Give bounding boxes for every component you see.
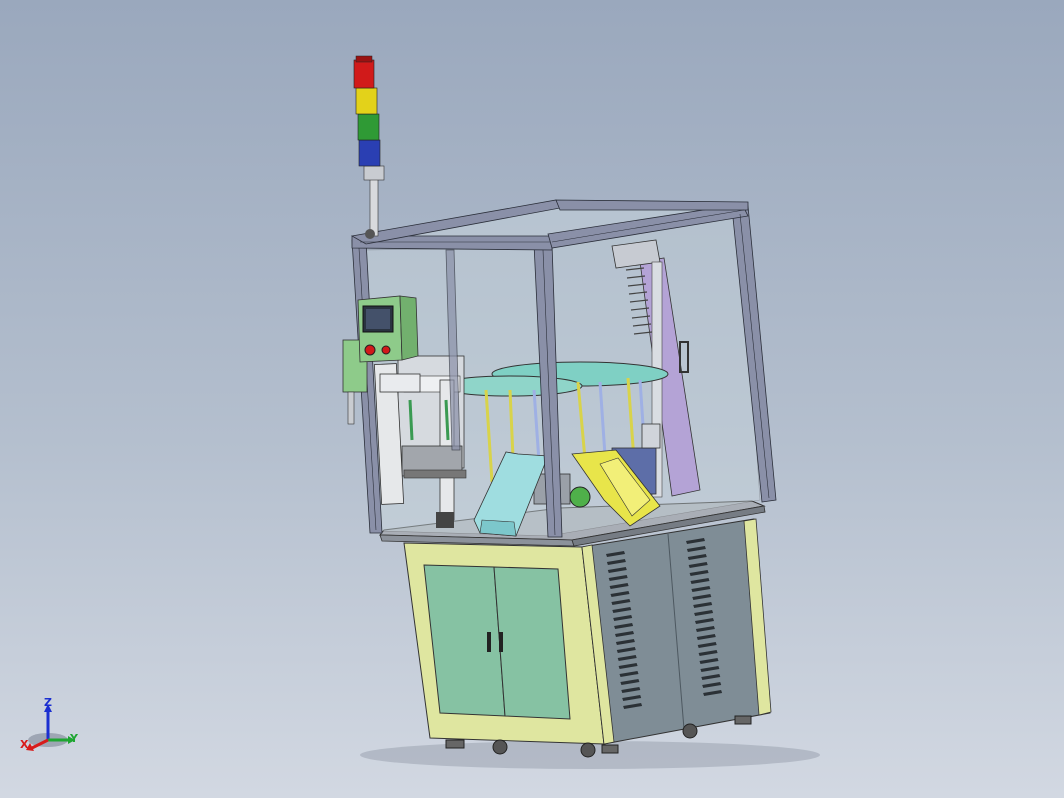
door-handle-right[interactable] xyxy=(499,632,503,652)
cabinet-door-right[interactable] xyxy=(493,566,571,720)
signal-tower xyxy=(353,55,385,239)
tower-light-red xyxy=(353,59,375,89)
start-button[interactable] xyxy=(381,345,391,355)
door-handle-left[interactable] xyxy=(487,632,491,652)
triad-graphic xyxy=(26,704,75,751)
triad-z-label: Z xyxy=(44,696,52,709)
tower-light-green xyxy=(357,113,380,141)
base-cabinet[interactable] xyxy=(403,518,772,758)
machine-model[interactable] xyxy=(0,0,1064,798)
triad-x-label: X xyxy=(20,738,29,751)
tower-light-blue xyxy=(358,139,381,167)
view-orientation-triad[interactable]: Z Y X xyxy=(18,696,88,756)
emergency-stop-button[interactable] xyxy=(364,344,376,356)
cad-viewport[interactable]: Z Y X xyxy=(0,0,1064,798)
triad-y-label: Y xyxy=(70,732,78,745)
tower-light-yellow xyxy=(355,87,378,115)
guard-frame[interactable] xyxy=(350,199,777,538)
